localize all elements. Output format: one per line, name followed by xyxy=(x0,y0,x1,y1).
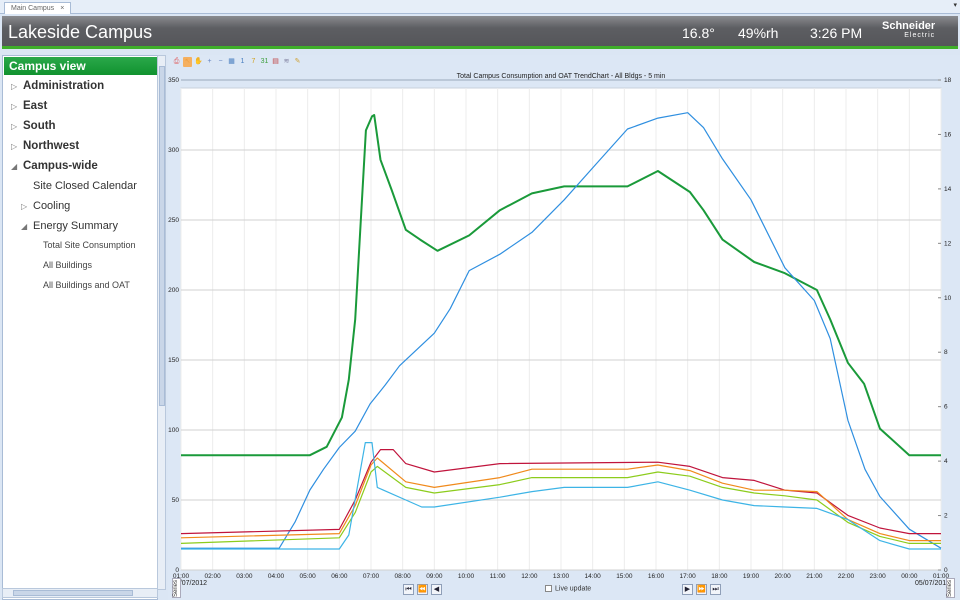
tab-main-campus[interactable]: Main Campus × xyxy=(4,2,72,14)
x-tick-label: 13:00 xyxy=(553,573,570,580)
y-left-tick-label: 50 xyxy=(172,497,180,504)
y-left-tick-label: 0 xyxy=(175,567,179,574)
tree-item[interactable]: All Buildings xyxy=(43,260,92,270)
y-right-tick-label: 4 xyxy=(944,458,948,465)
y-right-tick-label: 0 xyxy=(944,567,948,574)
tree-item[interactable]: Site Closed Calendar xyxy=(33,180,137,192)
logo-bottom: Electric xyxy=(904,32,936,39)
tree-item[interactable]: Cooling xyxy=(33,200,70,212)
humidity-readout: 49%rh xyxy=(738,25,779,41)
y-left-tick-label: 250 xyxy=(168,217,179,224)
tree-item[interactable]: All Buildings and OAT xyxy=(43,280,130,290)
x-tick-label: 10:00 xyxy=(458,573,475,580)
y-right-tick-label: 14 xyxy=(944,186,952,193)
series-tab-right[interactable]: Series xyxy=(946,578,955,598)
header: Lakeside Campus 16.8° 49%rh 3:26 PM Schn… xyxy=(2,16,958,49)
x-tick-label: 03:00 xyxy=(236,573,253,580)
end-date: 05/07/2012 xyxy=(915,580,951,587)
fast-back-button[interactable]: ⏪ xyxy=(417,584,428,595)
expand-icon[interactable]: ▷ xyxy=(11,102,17,111)
expand-icon[interactable]: ▷ xyxy=(11,142,17,151)
sidebar: Campus view ▷ Administration ▷ East ▷ South ▷ N… xyxy=(2,55,158,600)
x-tick-label: 21:00 xyxy=(806,573,823,580)
close-icon[interactable]: × xyxy=(60,5,64,12)
x-tick-label: 04:00 xyxy=(268,573,285,580)
x-tick-label: 08:00 xyxy=(395,573,412,580)
y-left-tick-label: 100 xyxy=(168,427,179,434)
x-tick-label: 09:00 xyxy=(426,573,443,580)
y-right-tick-label: 10 xyxy=(944,295,952,302)
x-tick-label: 07:00 xyxy=(363,573,380,580)
time-readout: 3:26 PM xyxy=(810,25,863,41)
tree-item[interactable]: Administration xyxy=(23,80,104,92)
x-tick-label: 12:00 xyxy=(521,573,538,580)
tab-menu-icon[interactable]: ▾ xyxy=(953,1,957,9)
scroll-thumb[interactable] xyxy=(13,590,133,596)
sidebar-title: Campus view xyxy=(4,57,157,75)
y-right-tick-label: 16 xyxy=(944,131,952,138)
y-right-tick-label: 8 xyxy=(944,349,948,356)
y-right-tick-label: 6 xyxy=(944,404,948,411)
y-left-tick-label: 150 xyxy=(168,357,179,364)
tab-label: Main Campus xyxy=(11,5,55,12)
x-tick-label: 15:00 xyxy=(616,573,633,580)
expand-icon[interactable]: ▷ xyxy=(21,202,27,211)
temperature-readout: 16.8° xyxy=(682,25,715,41)
x-tick-label: 20:00 xyxy=(775,573,792,580)
y-right-tick-label: 2 xyxy=(944,513,948,520)
tree-item[interactable]: South xyxy=(23,120,56,132)
sidebar-horizontal-scrollbar[interactable] xyxy=(2,588,158,598)
fast-forward-button[interactable]: ⏩ xyxy=(696,584,707,595)
live-update-checkbox[interactable]: Live update xyxy=(545,585,591,592)
collapse-icon[interactable]: ◢ xyxy=(11,162,17,171)
tree-item[interactable]: Total Site Consumption xyxy=(43,240,136,250)
x-tick-label: 22:00 xyxy=(838,573,855,580)
x-tick-label: 05:00 xyxy=(300,573,317,580)
y-left-tick-label: 300 xyxy=(168,147,179,154)
x-tick-label: 02:00 xyxy=(205,573,222,580)
tree-item[interactable]: Northwest xyxy=(23,140,79,152)
x-tick-label: 19:00 xyxy=(743,573,760,580)
x-tick-label: 06:00 xyxy=(331,573,348,580)
tab-bar: Main Campus × ▾ xyxy=(0,0,960,14)
expand-icon[interactable]: ▷ xyxy=(11,82,17,91)
expand-icon[interactable]: ▷ xyxy=(11,122,17,131)
x-tick-label: 18:00 xyxy=(711,573,728,580)
x-tick-label: 00:00 xyxy=(901,573,918,580)
tree-item[interactable]: East xyxy=(23,100,47,112)
y-left-tick-label: 200 xyxy=(168,287,179,294)
back-button[interactable]: ◀ xyxy=(431,584,442,595)
x-tick-label: 23:00 xyxy=(870,573,887,580)
y-right-tick-label: 18 xyxy=(944,77,952,84)
live-update-label: Live update xyxy=(555,585,592,593)
tree-item[interactable]: Energy Summary xyxy=(33,220,118,232)
tree-item[interactable]: Campus-wide xyxy=(23,160,98,172)
trend-chart[interactable]: 01:00 02:00 03:00 04:00 05:00 06:00 07:00 08:00… xyxy=(160,55,960,600)
page-title: Lakeside Campus xyxy=(8,22,153,42)
series-tab-left[interactable]: Series xyxy=(172,578,181,598)
collapse-icon[interactable]: ◢ xyxy=(21,222,27,231)
y-right-tick-label: 12 xyxy=(944,240,952,247)
first-page-button[interactable]: ⏮ xyxy=(403,584,414,595)
x-tick-label: 11:00 xyxy=(490,573,506,580)
x-tick-label: 14:00 xyxy=(585,573,602,580)
x-tick-label: 16:00 xyxy=(648,573,665,580)
checkbox-icon[interactable] xyxy=(545,585,552,592)
x-tick-label: 17:00 xyxy=(680,573,697,580)
schneider-logo: Schneider Electric xyxy=(882,21,935,41)
last-page-button[interactable]: ⏭ xyxy=(710,584,721,595)
y-left-tick-label: 350 xyxy=(168,77,179,84)
forward-button[interactable]: ▶ xyxy=(682,584,693,595)
